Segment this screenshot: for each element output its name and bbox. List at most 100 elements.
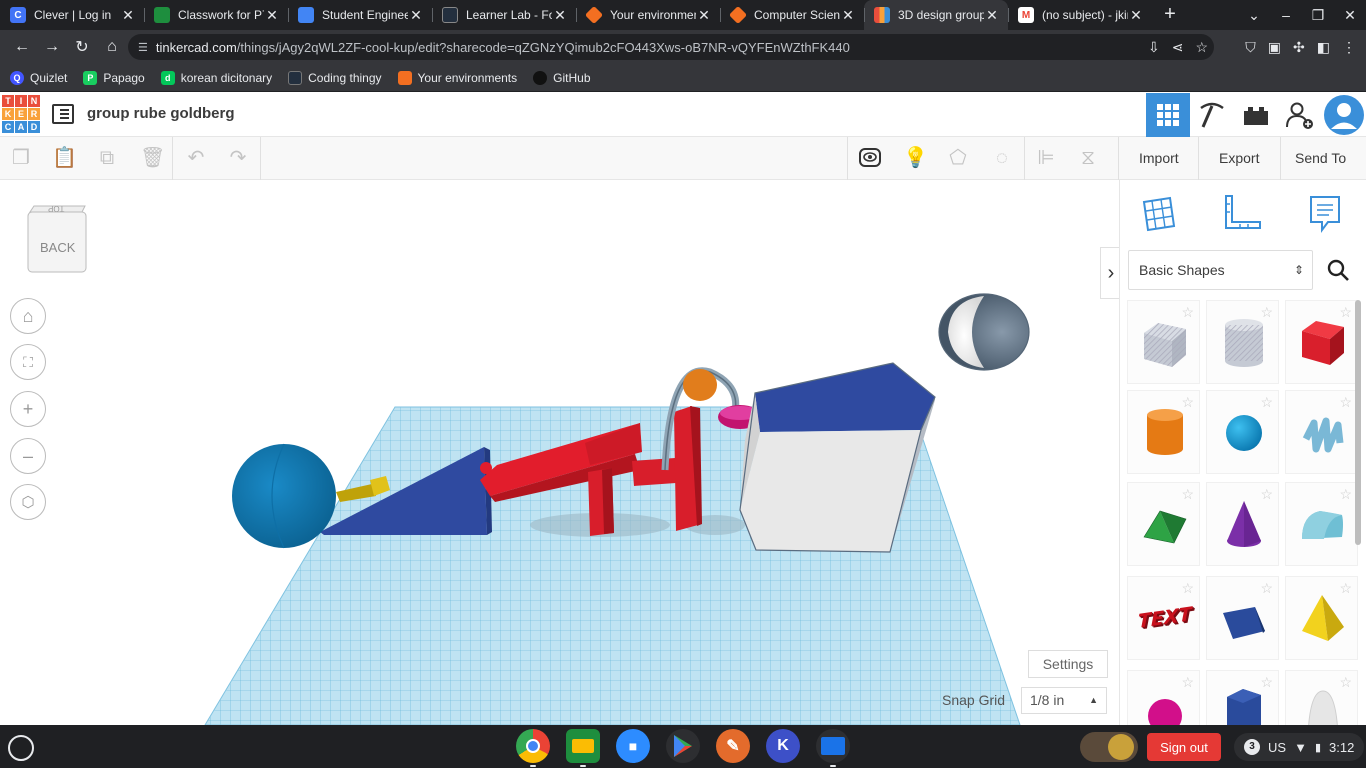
view-cube[interactable]: TOP BACK — [26, 204, 87, 274]
site-info-icon[interactable]: ☰ — [138, 41, 148, 54]
star-icon[interactable]: ☆ — [1181, 486, 1194, 503]
files-app[interactable] — [816, 729, 850, 767]
shape-text[interactable]: ☆ TEXT — [1127, 576, 1200, 660]
close-icon[interactable]: ✕ — [408, 7, 424, 24]
home-view-button[interactable]: ⌂ — [10, 298, 46, 334]
launcher-button[interactable] — [8, 735, 34, 761]
delete-icon[interactable]: 🗑 — [140, 147, 165, 169]
back-icon[interactable]: ← — [8, 38, 36, 56]
home-icon[interactable]: ⌂ — [98, 38, 126, 56]
notes-lightbulb-icon[interactable]: 💡 — [903, 147, 928, 169]
duplicate-icon[interactable]: ⧉ — [96, 147, 118, 169]
status-tray[interactable]: 3 US ▼ ▮ 3:12 — [1234, 733, 1365, 761]
send-to-button[interactable]: Send To — [1285, 143, 1356, 173]
import-button[interactable]: Import — [1129, 143, 1189, 173]
new-tab-button[interactable]: + — [1152, 0, 1188, 30]
bookmark-star-icon[interactable]: ☆ — [1195, 39, 1208, 56]
hole-shape-icon[interactable]: ◌ — [991, 147, 1013, 169]
shape-paraboloid[interactable]: ☆ — [1285, 670, 1358, 725]
redo-icon[interactable]: ↷ — [227, 147, 249, 169]
bookmark-papago[interactable]: P Papago — [83, 70, 145, 85]
shape-cone[interactable]: ☆ — [1206, 482, 1279, 566]
export-button[interactable]: Export — [1209, 143, 1269, 173]
shape-wedge[interactable]: ☆ — [1206, 576, 1279, 660]
show-all-icon[interactable] — [859, 147, 881, 169]
bricks-button[interactable] — [1234, 93, 1278, 137]
scene-canvas[interactable] — [0, 180, 1118, 725]
shape-box-hole[interactable]: ☆ — [1127, 300, 1200, 384]
close-icon[interactable]: ✕ — [984, 7, 1000, 24]
shape-cylinder[interactable]: ☆ — [1127, 390, 1200, 474]
close-icon[interactable]: ✕ — [1128, 7, 1144, 24]
chevron-down-icon[interactable]: ⌄ — [1238, 7, 1270, 24]
shape-pyramid[interactable]: ☆ — [1285, 576, 1358, 660]
ortho-view-button[interactable]: ⬡ — [10, 484, 46, 520]
kami-app[interactable]: K — [766, 729, 800, 763]
project-title[interactable]: group rube goldberg — [87, 105, 235, 122]
close-window-icon[interactable]: ✕ — [1334, 7, 1366, 24]
copy-icon[interactable]: ❐ — [10, 147, 32, 169]
bookmark-coding[interactable]: Coding thingy — [288, 70, 382, 85]
panel-scrollbar[interactable] — [1355, 300, 1361, 545]
zoom-out-button[interactable]: – — [10, 438, 46, 474]
side-panel-icon[interactable]: ◧ — [1317, 39, 1330, 56]
tab-clever[interactable]: C Clever | Log in ✕ — [0, 0, 144, 30]
design-list-icon[interactable] — [52, 104, 74, 124]
shape-search-button[interactable] — [1326, 258, 1350, 285]
chrome-app[interactable] — [516, 729, 550, 767]
bookmark-korean-dictionary[interactable]: d korean dicitonary — [160, 70, 272, 85]
reload-icon[interactable]: ↻ — [68, 37, 96, 57]
shape-cylinder-hole[interactable]: ☆ — [1206, 300, 1279, 384]
zoom-app[interactable]: ■ — [616, 729, 650, 763]
red-step[interactable] — [632, 458, 676, 486]
extension-box-icon[interactable]: ▣ — [1268, 39, 1281, 56]
bookmark-your-environments[interactable]: Your environments — [397, 70, 517, 85]
notes-icon[interactable] — [1308, 194, 1342, 234]
mirror-icon[interactable]: ⧖ — [1077, 147, 1099, 169]
classroom-app[interactable] — [566, 729, 600, 767]
white-sphere[interactable] — [938, 293, 1030, 371]
tab-3d-design[interactable]: 3D design group r ✕ — [864, 0, 1008, 30]
codeblocks-button[interactable] — [1190, 93, 1234, 137]
shape-box[interactable]: ☆ — [1285, 300, 1358, 384]
fit-view-button[interactable]: ⛶ — [10, 344, 46, 380]
more-menu-icon[interactable]: ⋮ — [1342, 39, 1356, 56]
forward-icon[interactable]: → — [38, 38, 66, 56]
tab-gmail[interactable]: M (no subject) - jkim ✕ — [1008, 0, 1152, 30]
blue-sphere[interactable] — [232, 443, 336, 549]
sketch-app[interactable]: ✎ — [716, 729, 750, 763]
red-support[interactable] — [588, 468, 614, 536]
close-icon[interactable]: ✕ — [264, 7, 280, 24]
tab-learner-lab[interactable]: Learner Lab - Fou ✕ — [432, 0, 576, 30]
close-icon[interactable]: ✕ — [120, 7, 136, 24]
profile-avatar[interactable] — [1322, 93, 1366, 137]
shape-scribble[interactable]: ☆ — [1285, 390, 1358, 474]
user-avatar[interactable] — [1080, 732, 1138, 762]
invite-button[interactable] — [1278, 93, 1322, 137]
star-icon[interactable]: ☆ — [1181, 580, 1194, 597]
bookmark-quizlet[interactable]: Q Quizlet — [10, 70, 67, 85]
red-column[interactable] — [674, 406, 702, 531]
close-icon[interactable]: ✕ — [552, 7, 568, 24]
shield-icon[interactable]: ⛉ — [1245, 39, 1256, 56]
bookmark-github[interactable]: GitHub — [533, 70, 591, 85]
share-icon[interactable]: ⋖ — [1172, 39, 1184, 56]
shape-roof[interactable]: ☆ — [1127, 482, 1200, 566]
tab-student-engineering[interactable]: Student Engineeri ✕ — [288, 0, 432, 30]
zoom-in-button[interactable]: + — [10, 391, 46, 427]
solid-shape-icon[interactable]: ⬠ — [947, 147, 969, 169]
snap-grid-select[interactable]: 1/8 in ▲ — [1021, 687, 1107, 714]
workplane-viewport[interactable]: TOP BACK ⌂ ⛶ + – ⬡ Settings Snap Grid 1/… — [0, 180, 1118, 725]
settings-button[interactable]: Settings — [1028, 650, 1108, 678]
tinkercad-logo[interactable]: T I N K E R C A D — [2, 95, 40, 133]
star-icon[interactable]: ☆ — [1260, 394, 1273, 411]
close-icon[interactable]: ✕ — [696, 7, 712, 24]
shape-category-select[interactable]: Basic Shapes ⇕ — [1128, 250, 1313, 290]
workplane-icon[interactable] — [1140, 194, 1178, 232]
shape-sphere[interactable]: ☆ — [1206, 390, 1279, 474]
close-icon[interactable]: ✕ — [840, 7, 856, 24]
star-icon[interactable]: ☆ — [1339, 486, 1352, 503]
shape-half-sphere[interactable]: ☆ — [1127, 670, 1200, 725]
star-icon[interactable]: ☆ — [1181, 674, 1194, 691]
shape-round-roof[interactable]: ☆ — [1285, 482, 1358, 566]
